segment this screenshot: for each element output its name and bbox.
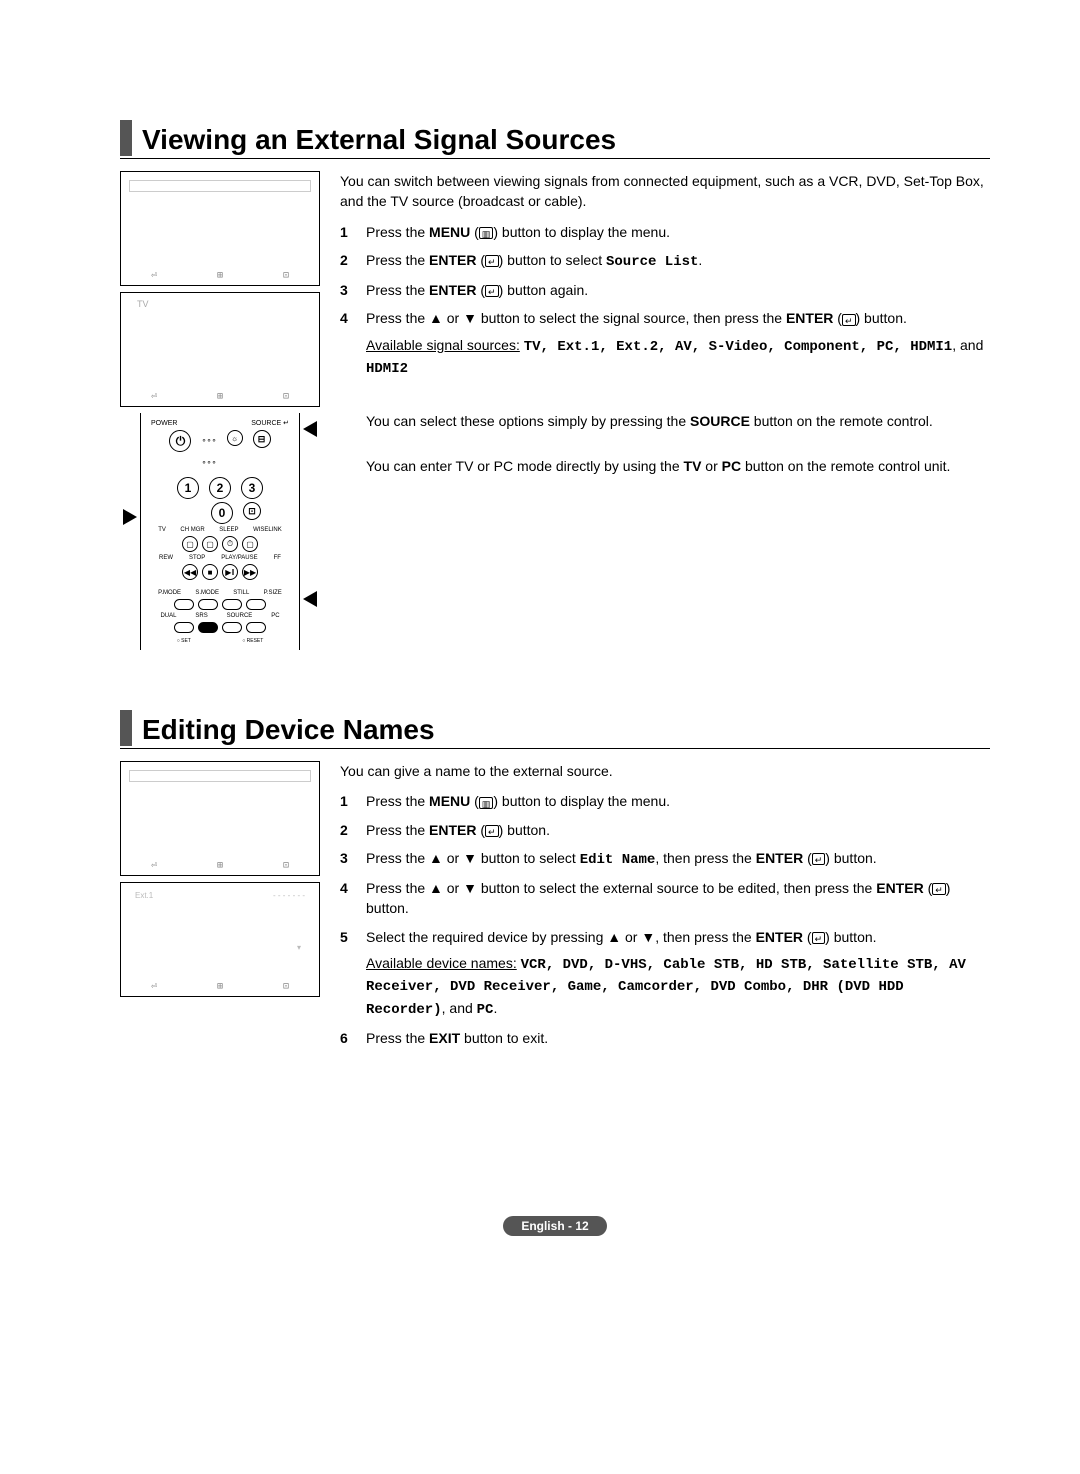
num-1-button: 1	[177, 477, 199, 499]
enter-icon: ↵	[842, 314, 856, 326]
section-viewing-external: Viewing an External Signal Sources ⏎ ⊞ ⊡…	[120, 120, 990, 650]
step-text: Press the MENU (▥) button to display the…	[366, 791, 990, 819]
step-number: 3	[340, 280, 366, 308]
osd-edit-name-label: Ext.1	[135, 891, 153, 900]
step-text: Press the ▲ or ▼ button to select Edit N…	[366, 848, 990, 878]
note-tv-pc-button: You can enter TV or PC mode directly by …	[366, 456, 990, 476]
stop-icon: ■	[202, 564, 218, 580]
num-3-button: 3	[241, 477, 263, 499]
remote-label-power: POWER	[151, 420, 177, 427]
step-text: Press the ▲ or ▼ button to select the ex…	[366, 878, 990, 927]
power-icon: ⏻	[169, 430, 191, 452]
osd-footer-icon: ⊞	[217, 391, 223, 402]
instruction-column: You can switch between viewing signals f…	[340, 171, 990, 650]
enter-icon: ↵	[812, 932, 826, 944]
enter-icon: ↵	[485, 255, 499, 267]
play-pause-icon: ▶‖	[222, 564, 238, 580]
light-icon: ☼	[227, 430, 243, 446]
step-text: Select the required device by pressing ▲…	[366, 927, 990, 1028]
remote-source-button	[222, 622, 242, 633]
illustration-column: ⏎ ⊞ ⊡ TV ⏎ ⊞ ⊡	[120, 171, 320, 650]
tv-button: ▢	[182, 536, 198, 552]
page-footer: English - 12	[120, 1216, 990, 1236]
enter-icon: ↵	[932, 883, 946, 895]
pc-button	[246, 622, 266, 633]
num-2-button: 2	[209, 477, 231, 499]
step-number: 6	[340, 1028, 366, 1056]
available-devices-label: Available device names:	[366, 955, 517, 971]
step-text: Press the EXIT button to exit.	[366, 1028, 990, 1056]
menu-icon: ▥	[479, 797, 494, 809]
aux-button: ⊡	[243, 502, 261, 520]
osd-edit-name-value: - - - - - - -	[273, 891, 305, 900]
num-0-button: 0	[211, 502, 233, 524]
section-header: Editing Device Names	[120, 710, 990, 749]
step-number: 5	[340, 927, 366, 1028]
osd-footer-icon: ⏎	[151, 391, 157, 402]
section-title: Viewing an External Signal Sources	[142, 125, 616, 156]
remote-illustration: POWER SOURCE ↵ ⏻ ∘∘∘∘∘∘ ☼ ⊟ 1 2 3	[140, 413, 300, 650]
enter-icon: ↵	[812, 853, 826, 865]
section-intro: You can give a name to the external sour…	[340, 761, 990, 781]
remote-label-source: SOURCE	[251, 420, 281, 427]
section-header: Viewing an External Signal Sources	[120, 120, 990, 159]
osd-screenshot-3: ⏎ ⊞ ⊡	[120, 761, 320, 876]
step-number: 4	[340, 878, 366, 927]
title-accent-bar	[120, 710, 132, 746]
osd-footer-icon: ⊡	[283, 391, 289, 402]
menu-icon: ▥	[479, 227, 494, 239]
enter-icon: ↵	[485, 825, 499, 837]
osd-footer-icon: ⏎	[151, 270, 157, 281]
step-number: 2	[340, 820, 366, 848]
osd-source-label: TV	[137, 299, 313, 309]
step-text: Press the ENTER (↵) button to select Sou…	[366, 250, 990, 280]
step-text: Press the ENTER (↵) button again.	[366, 280, 990, 308]
step-text: Press the MENU (▥) button to display the…	[366, 222, 990, 250]
step-number: 1	[340, 222, 366, 250]
osd-screenshot-4: Ext.1 - - - - - - - ▾ ⏎ ⊞ ⊡	[120, 882, 320, 997]
step-number: 2	[340, 250, 366, 280]
osd-screenshot-1: ⏎ ⊞ ⊡	[120, 171, 320, 286]
step-text: Press the ▲ or ▼ button to select the si…	[366, 308, 990, 387]
available-sources-label: Available signal sources:	[366, 337, 520, 353]
ff-icon: ▶▶	[242, 564, 258, 580]
osd-screenshot-2: TV ⏎ ⊞ ⊡	[120, 292, 320, 407]
callout-arrow-right-bottom	[303, 591, 317, 607]
step-number: 4	[340, 308, 366, 387]
step-number: 3	[340, 848, 366, 878]
osd-footer-icon: ⊡	[283, 270, 289, 281]
page-number-badge: English - 12	[503, 1216, 606, 1236]
instruction-column: You can give a name to the external sour…	[340, 761, 990, 1056]
title-accent-bar	[120, 120, 132, 156]
step-text: Press the ENTER (↵) button.	[366, 820, 990, 848]
section-editing-device-names: Editing Device Names ⏎ ⊞ ⊡ Ext.1 -	[120, 710, 990, 1056]
source-button: ⊟	[253, 430, 271, 448]
section-intro: You can switch between viewing signals f…	[340, 171, 990, 212]
osd-footer-icon: ⊞	[217, 270, 223, 281]
step-number: 1	[340, 791, 366, 819]
section-title: Editing Device Names	[142, 715, 435, 746]
enter-icon: ↵	[485, 285, 499, 297]
note-source-button: You can select these options simply by p…	[366, 411, 990, 431]
rewind-icon: ◀◀	[182, 564, 198, 580]
callout-arrow-right-top	[303, 421, 317, 437]
illustration-column: ⏎ ⊞ ⊡ Ext.1 - - - - - - - ▾ ⏎	[120, 761, 320, 1056]
callout-arrow-left	[123, 509, 137, 525]
